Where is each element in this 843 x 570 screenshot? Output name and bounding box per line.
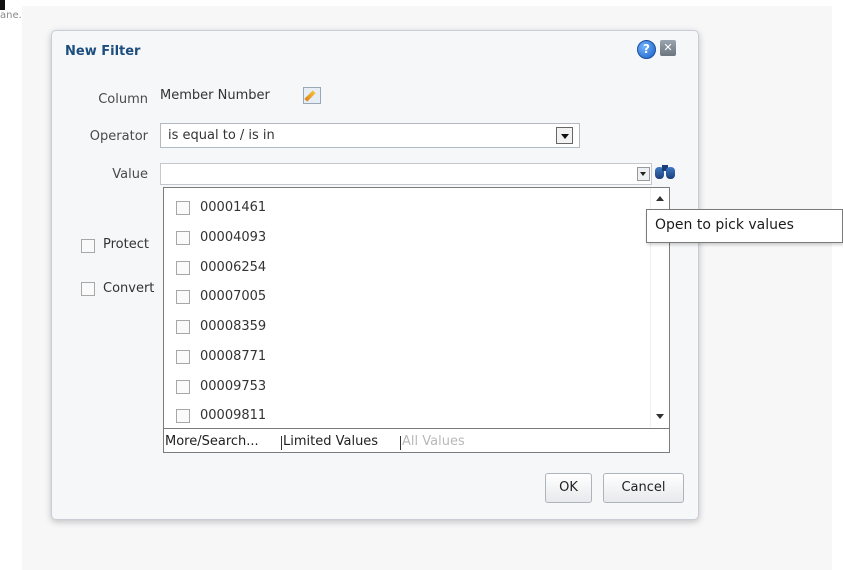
value-label: 00009753 [200, 379, 267, 394]
value-checkbox[interactable] [176, 380, 190, 394]
value-checkbox[interactable] [176, 409, 190, 423]
operator-select[interactable]: is equal to / is in [160, 123, 580, 148]
value-label: Value [112, 167, 148, 182]
value-label: 00008771 [200, 349, 267, 364]
operator-label: Operator [89, 129, 148, 144]
convert-checkbox[interactable] [81, 282, 95, 296]
value-label: 00008359 [200, 319, 267, 334]
tooltip: Open to pick values [646, 209, 843, 243]
value-label: 00006254 [200, 260, 267, 275]
value-input[interactable] [160, 163, 652, 185]
operator-value: is equal to / is in [168, 128, 275, 143]
value-dropdown-button[interactable] [637, 167, 650, 181]
help-icon[interactable]: ? [637, 40, 656, 59]
dropdown-footer: More/Search... Limited Values All Values [164, 428, 669, 452]
ok-button[interactable]: OK [545, 473, 592, 503]
value-checkbox[interactable] [176, 350, 190, 364]
pencil-shape [304, 90, 316, 102]
value-label: 00007005 [200, 289, 267, 304]
more-search-link[interactable]: More/Search... [165, 434, 259, 449]
edit-icon[interactable] [303, 87, 321, 104]
value-label: 00004093 [200, 230, 267, 245]
value-checkbox[interactable] [176, 261, 190, 275]
value-label: 00009811 [200, 408, 267, 423]
close-icon[interactable]: ✕ [660, 40, 676, 56]
binoculars-icon[interactable] [654, 163, 676, 181]
top-bar [0, 0, 843, 6]
background-text: ane. [0, 10, 22, 21]
limited-values-link[interactable]: Limited Values [283, 434, 378, 449]
protect-label: Protect [103, 237, 149, 252]
value-checkbox[interactable] [176, 290, 190, 304]
dialog-title: New Filter [65, 44, 141, 59]
corner-mark [0, 0, 5, 10]
value-dropdown-list: 00001461 00004093 00006254 00007005 0000… [163, 187, 670, 453]
footer-separator [281, 436, 282, 450]
scroll-up-icon[interactable] [656, 196, 664, 201]
all-values-link[interactable]: All Values [402, 434, 465, 449]
column-value: Member Number [160, 88, 270, 103]
scroll-down-icon[interactable] [656, 414, 664, 419]
chevron-down-icon[interactable] [556, 127, 573, 144]
cancel-button[interactable]: Cancel [603, 473, 684, 503]
value-checkbox[interactable] [176, 320, 190, 334]
protect-checkbox[interactable] [81, 239, 95, 253]
column-label: Column [98, 92, 148, 107]
footer-separator [400, 436, 401, 450]
value-label: 00001461 [200, 200, 267, 215]
tooltip-text: Open to pick values [655, 217, 794, 233]
value-checkbox[interactable] [176, 201, 190, 215]
binoculars-lens-right [666, 167, 675, 179]
value-checkbox[interactable] [176, 231, 190, 245]
convert-label: Convert [103, 281, 155, 296]
